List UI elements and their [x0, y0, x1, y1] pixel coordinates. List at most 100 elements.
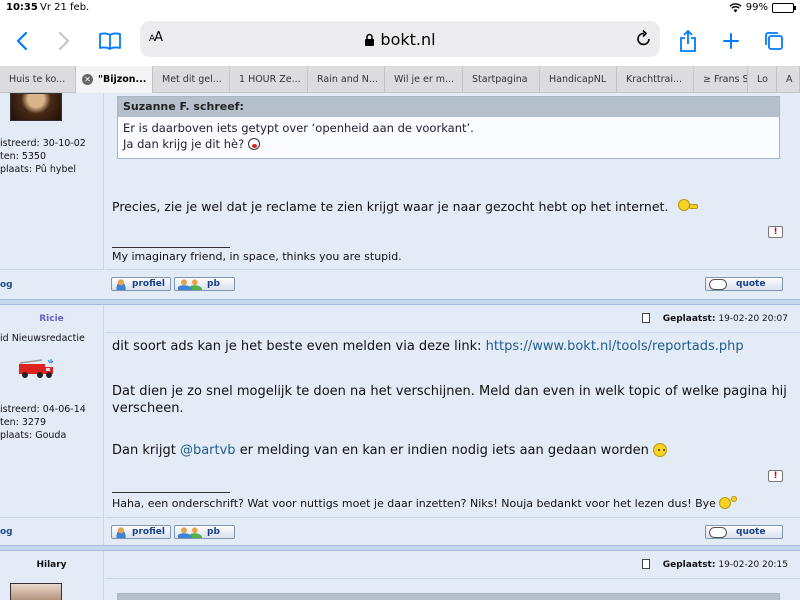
blog-link[interactable]: og: [0, 280, 13, 290]
quote-box: Suzanne F. schreef: Er is daarboven iets…: [117, 96, 780, 159]
fire-truck-icon: [18, 358, 54, 380]
profile-button[interactable]: profiel: [111, 277, 171, 291]
tab-label: A: [786, 74, 793, 85]
profile-icon: [115, 279, 127, 290]
tab-label: Startpagina: [472, 74, 528, 85]
post2-action-bar: profiel pb quote: [105, 517, 800, 545]
post2-header: Geplaatst: 19-02-20 20:07: [105, 305, 800, 333]
post1-posts: ten: 5350: [0, 151, 47, 162]
report-button[interactable]: !: [768, 470, 783, 482]
post3-header: Geplaatst: 19-02-20 20:15: [105, 551, 800, 579]
signature-separator: [112, 247, 230, 248]
post2-location: plaats: Gouda: [0, 430, 67, 441]
avatar[interactable]: [10, 583, 62, 600]
post3-author-panel: [0, 579, 104, 600]
post1-action-bar: profiel pb quote: [105, 269, 800, 299]
tab-label: Met dit gel...: [162, 74, 222, 85]
tab-item[interactable]: Rain and N...: [308, 66, 385, 93]
quote-line-with-smiley: Ja dan krijg je dit hè?: [123, 136, 774, 152]
quote-button[interactable]: quote: [705, 525, 783, 539]
tab-item-active[interactable]: ✕ "Bijzon...: [76, 66, 153, 93]
bookmarks-icon[interactable]: [95, 26, 125, 56]
tabs-overview-icon[interactable]: [759, 26, 789, 56]
reload-icon[interactable]: [636, 29, 652, 51]
profile-button[interactable]: profiel: [111, 525, 171, 539]
tab-item[interactable]: 1 HOUR Ze...: [230, 66, 308, 93]
browser-toolbar: AA bokt.nl: [0, 18, 800, 66]
post2-paragraph-1: dit soort ads kan je het beste even meld…: [112, 339, 744, 354]
address-bar[interactable]: AA bokt.nl: [140, 21, 660, 57]
tab-item[interactable]: Met dit gel...: [153, 66, 230, 93]
tab-item[interactable]: Krachttrai...: [617, 66, 694, 93]
tab-item[interactable]: Huis te ko...: [0, 66, 76, 93]
surprised-smiley-icon: [247, 138, 260, 150]
tab-item[interactable]: ≥ Frans S: [694, 66, 748, 93]
quote-box: [117, 593, 780, 600]
lock-icon: [365, 33, 375, 46]
status-bar: 10:35 Vr 21 feb. 99%: [0, 0, 800, 18]
post1-location: plaats: Pû hybel: [0, 164, 76, 175]
quote-line: Er is daarboven iets getypt over ‘openhe…: [123, 121, 474, 135]
post2-signature: Haha, een onderschrift? Wat voor nuttigs…: [112, 496, 739, 510]
tab-bar: Huis te ko... ✕ "Bijzon... Met dit gel...…: [0, 66, 800, 93]
post1-registered: istreerd: 30-10-02: [0, 138, 86, 149]
tab-label: 1 HOUR Ze...: [239, 74, 301, 85]
tab-label: HandicapNL: [549, 74, 607, 85]
tab-item[interactable]: Lo: [748, 66, 777, 93]
wifi-icon: [729, 2, 742, 12]
tab-item[interactable]: Startpagina: [463, 66, 540, 93]
post1-signature: My imaginary friend, in space, thinks yo…: [112, 250, 402, 263]
post2-date: Geplaatst: 19-02-20 20:07: [662, 314, 788, 324]
private-message-button[interactable]: pb: [174, 525, 235, 539]
users-icon: [178, 527, 202, 538]
post2-author-panel: id Nieuwsredactie istreerd: 04-06-14 ten…: [0, 333, 104, 517]
post3-author-name[interactable]: Hilary: [0, 551, 104, 579]
tab-label: ≥ Frans S: [703, 74, 748, 85]
user-mention[interactable]: @bartvb: [180, 443, 236, 458]
share-icon[interactable]: [673, 26, 703, 56]
blog-link[interactable]: og: [0, 527, 13, 537]
forum-content: istreerd: 30-10-02 ten: 5350 plaats: Pû …: [0, 93, 800, 600]
speech-bubble-icon: [709, 279, 727, 290]
status-time: 10:35: [6, 2, 38, 13]
speech-bubble-icon: [709, 527, 727, 538]
post2-posts: ten: 3279: [0, 417, 47, 428]
avatar[interactable]: [10, 93, 62, 121]
url-display[interactable]: bokt.nl: [140, 30, 660, 49]
private-message-button[interactable]: pb: [174, 277, 235, 291]
tab-label: Huis te ko...: [9, 74, 66, 85]
new-tab-icon[interactable]: [716, 26, 746, 56]
waving-smiley-icon: [719, 496, 739, 510]
quote-button[interactable]: quote: [705, 277, 783, 291]
battery-icon: [772, 2, 796, 13]
quote-header: Suzanne F. schreef:: [118, 97, 779, 117]
close-tab-icon[interactable]: ✕: [82, 74, 93, 85]
profile-icon: [115, 527, 127, 538]
tab-item[interactable]: HandicapNL: [540, 66, 617, 93]
tab-label: "Bijzon...: [98, 74, 147, 85]
report-button[interactable]: !: [768, 226, 783, 238]
tab-label: Lo: [757, 74, 768, 85]
tab-label: Rain and N...: [317, 74, 378, 85]
document-icon: [642, 559, 650, 569]
tab-item[interactable]: A: [777, 66, 800, 93]
post3-date: Geplaatst: 19-02-20 20:15: [662, 560, 788, 570]
post2-registered: istreerd: 04-06-14: [0, 404, 86, 415]
forward-icon[interactable]: [49, 26, 79, 56]
signature-separator: [112, 492, 230, 493]
back-icon[interactable]: [7, 26, 37, 56]
battery-percent: 99%: [745, 2, 768, 13]
post2-author-name[interactable]: Ricie: [0, 305, 104, 333]
post2-paragraph-2: Dat dien je zo snel mogelijk te doen na …: [112, 384, 787, 416]
status-date: Vr 21 feb.: [40, 2, 90, 13]
wink-smiley-icon: [653, 443, 668, 457]
post2-left-footer: og: [0, 517, 104, 545]
post1-text: Precies, zie je wel dat je reclame te zi…: [112, 199, 700, 214]
tab-item[interactable]: Wil je er m...: [385, 66, 463, 93]
sleepy-smiley-icon: [672, 199, 700, 213]
post1-left-footer: og: [0, 269, 104, 299]
post2-role: id Nieuwsredactie: [0, 333, 85, 344]
report-ads-link[interactable]: https://www.bokt.nl/tools/reportads.php: [486, 339, 744, 354]
quote-body: Er is daarboven iets getypt over ‘openhe…: [118, 117, 779, 155]
tab-label: Krachttrai...: [626, 74, 683, 85]
